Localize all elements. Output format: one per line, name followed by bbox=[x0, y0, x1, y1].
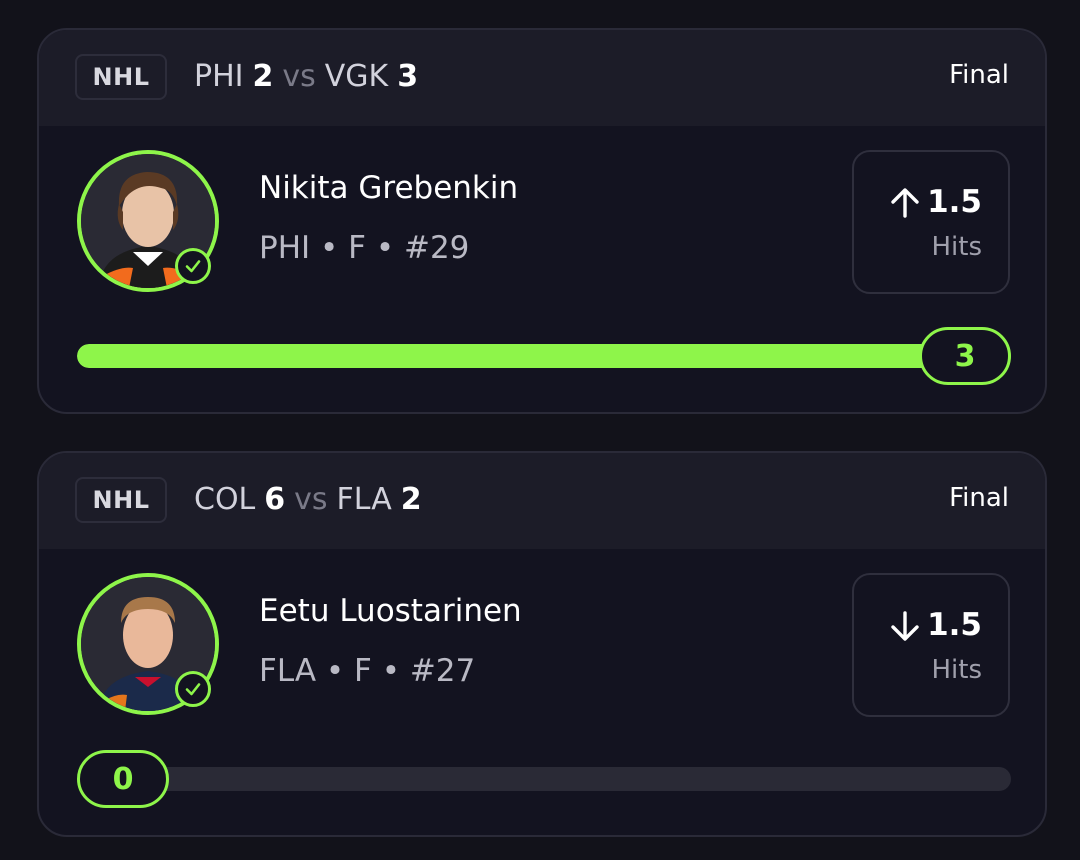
progress-track bbox=[77, 344, 1011, 368]
prop-line-value: 1.5 bbox=[927, 607, 982, 643]
prop-stat-label: Hits bbox=[931, 232, 982, 262]
league-badge: NHL bbox=[75, 477, 167, 523]
result-pill: 0 bbox=[77, 750, 169, 808]
home-team: VGK bbox=[324, 58, 389, 94]
player-avatar bbox=[77, 573, 219, 715]
prop-line-box[interactable]: 1.5 Hits bbox=[852, 573, 1010, 717]
arrow-up-icon bbox=[891, 188, 919, 218]
check-icon bbox=[175, 671, 211, 707]
progress-track bbox=[77, 767, 1011, 791]
prop-line-value: 1.5 bbox=[927, 184, 982, 220]
home-score: 2 bbox=[400, 481, 422, 517]
progress-fill bbox=[77, 344, 1011, 368]
game-score: COL 6 vs FLA 2 bbox=[194, 479, 422, 519]
player-info: PHI • F • #29 bbox=[259, 230, 470, 266]
player-name[interactable]: Eetu Luostarinen bbox=[259, 593, 522, 629]
prop-line-box[interactable]: 1.5 Hits bbox=[852, 150, 1010, 294]
away-team: COL bbox=[194, 481, 256, 517]
game-status: Final bbox=[949, 60, 1009, 90]
prop-card[interactable]: NHL PHI 2 vs VGK 3 Final Nikita Grebenki… bbox=[37, 28, 1047, 414]
player-name[interactable]: Nikita Grebenkin bbox=[259, 170, 518, 206]
away-score: 2 bbox=[252, 58, 274, 94]
prop-card[interactable]: NHL COL 6 vs FLA 2 Final Eetu Luostarine… bbox=[37, 451, 1047, 837]
arrow-down-icon bbox=[891, 611, 919, 641]
game-score: PHI 2 vs VGK 3 bbox=[194, 56, 418, 96]
check-icon bbox=[175, 248, 211, 284]
home-score: 3 bbox=[397, 58, 419, 94]
home-team: FLA bbox=[336, 481, 392, 517]
away-score: 6 bbox=[264, 481, 286, 517]
game-status: Final bbox=[949, 483, 1009, 513]
away-team: PHI bbox=[194, 58, 244, 94]
vs-label: vs bbox=[294, 481, 328, 517]
player-avatar bbox=[77, 150, 219, 292]
vs-label: vs bbox=[282, 58, 316, 94]
game-header: NHL PHI 2 vs VGK 3 Final bbox=[39, 30, 1045, 126]
result-pill: 3 bbox=[919, 327, 1011, 385]
player-info: FLA • F • #27 bbox=[259, 653, 476, 689]
league-badge: NHL bbox=[75, 54, 167, 100]
game-header: NHL COL 6 vs FLA 2 Final bbox=[39, 453, 1045, 549]
prop-stat-label: Hits bbox=[931, 655, 982, 685]
